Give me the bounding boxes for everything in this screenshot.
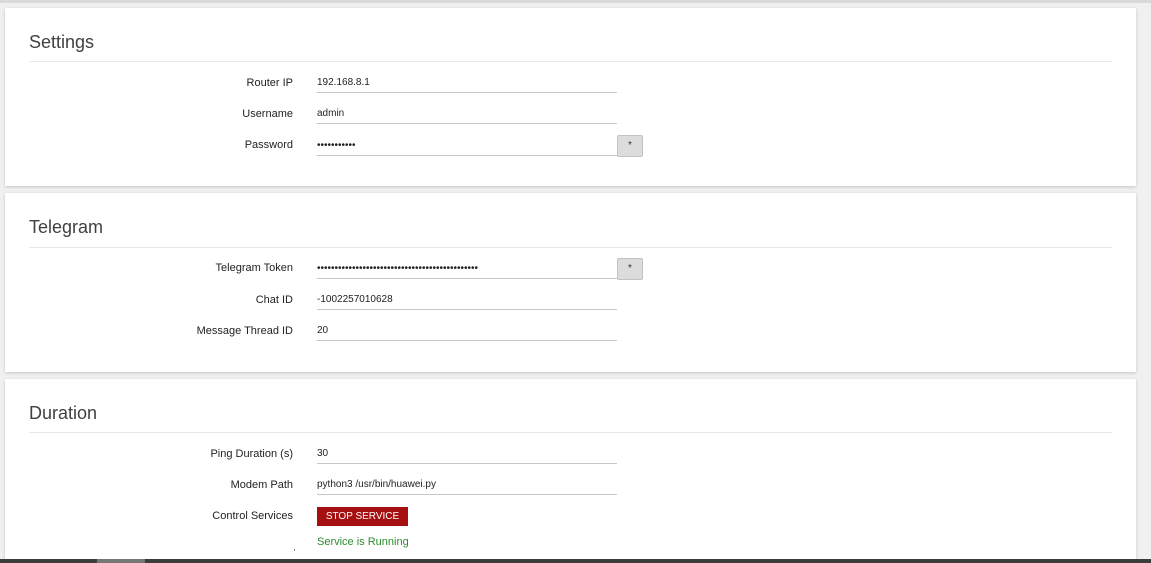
username-input[interactable]	[317, 104, 617, 124]
ping-duration-input[interactable]	[317, 444, 617, 464]
thread-id-input[interactable]	[317, 321, 617, 341]
telegram-token-input[interactable]	[317, 259, 617, 279]
stop-service-button[interactable]: STOP SERVICE	[317, 507, 408, 526]
telegram-title: Telegram	[29, 217, 104, 237]
telegram-card: Telegram Telegram Token * Chat ID Messag…	[5, 193, 1136, 372]
service-status-text: Service is Running	[317, 536, 409, 548]
modem-path-input[interactable]	[317, 475, 617, 495]
username-label: Username	[242, 108, 293, 120]
password-input[interactable]	[317, 136, 617, 156]
router-ip-input[interactable]	[317, 73, 617, 93]
taskbar-item[interactable]	[97, 559, 145, 563]
settings-card: Settings Router IP Username Password *	[5, 8, 1136, 186]
telegram-token-label: Telegram Token	[215, 262, 293, 274]
ping-duration-label: Ping Duration (s)	[210, 448, 293, 460]
settings-divider	[29, 61, 1112, 62]
reveal-token-button[interactable]: *	[617, 258, 643, 280]
duration-title: Duration	[29, 403, 98, 423]
chat-id-label: Chat ID	[255, 294, 293, 306]
control-services-label: Control Services	[212, 510, 293, 522]
chat-id-input[interactable]	[317, 290, 617, 310]
taskbar	[0, 559, 1151, 563]
label-marker	[294, 549, 295, 551]
settings-title: Settings	[29, 32, 95, 52]
top-border	[0, 0, 1151, 3]
password-label: Password	[244, 139, 293, 151]
reveal-password-button[interactable]: *	[617, 135, 643, 157]
duration-divider	[29, 432, 1112, 433]
router-ip-label: Router IP	[246, 77, 293, 89]
thread-id-label: Message Thread ID	[196, 325, 293, 337]
telegram-divider	[29, 247, 1112, 248]
duration-card: Duration Ping Duration (s) Modem Path Co…	[5, 379, 1136, 563]
modem-path-label: Modem Path	[230, 479, 293, 491]
